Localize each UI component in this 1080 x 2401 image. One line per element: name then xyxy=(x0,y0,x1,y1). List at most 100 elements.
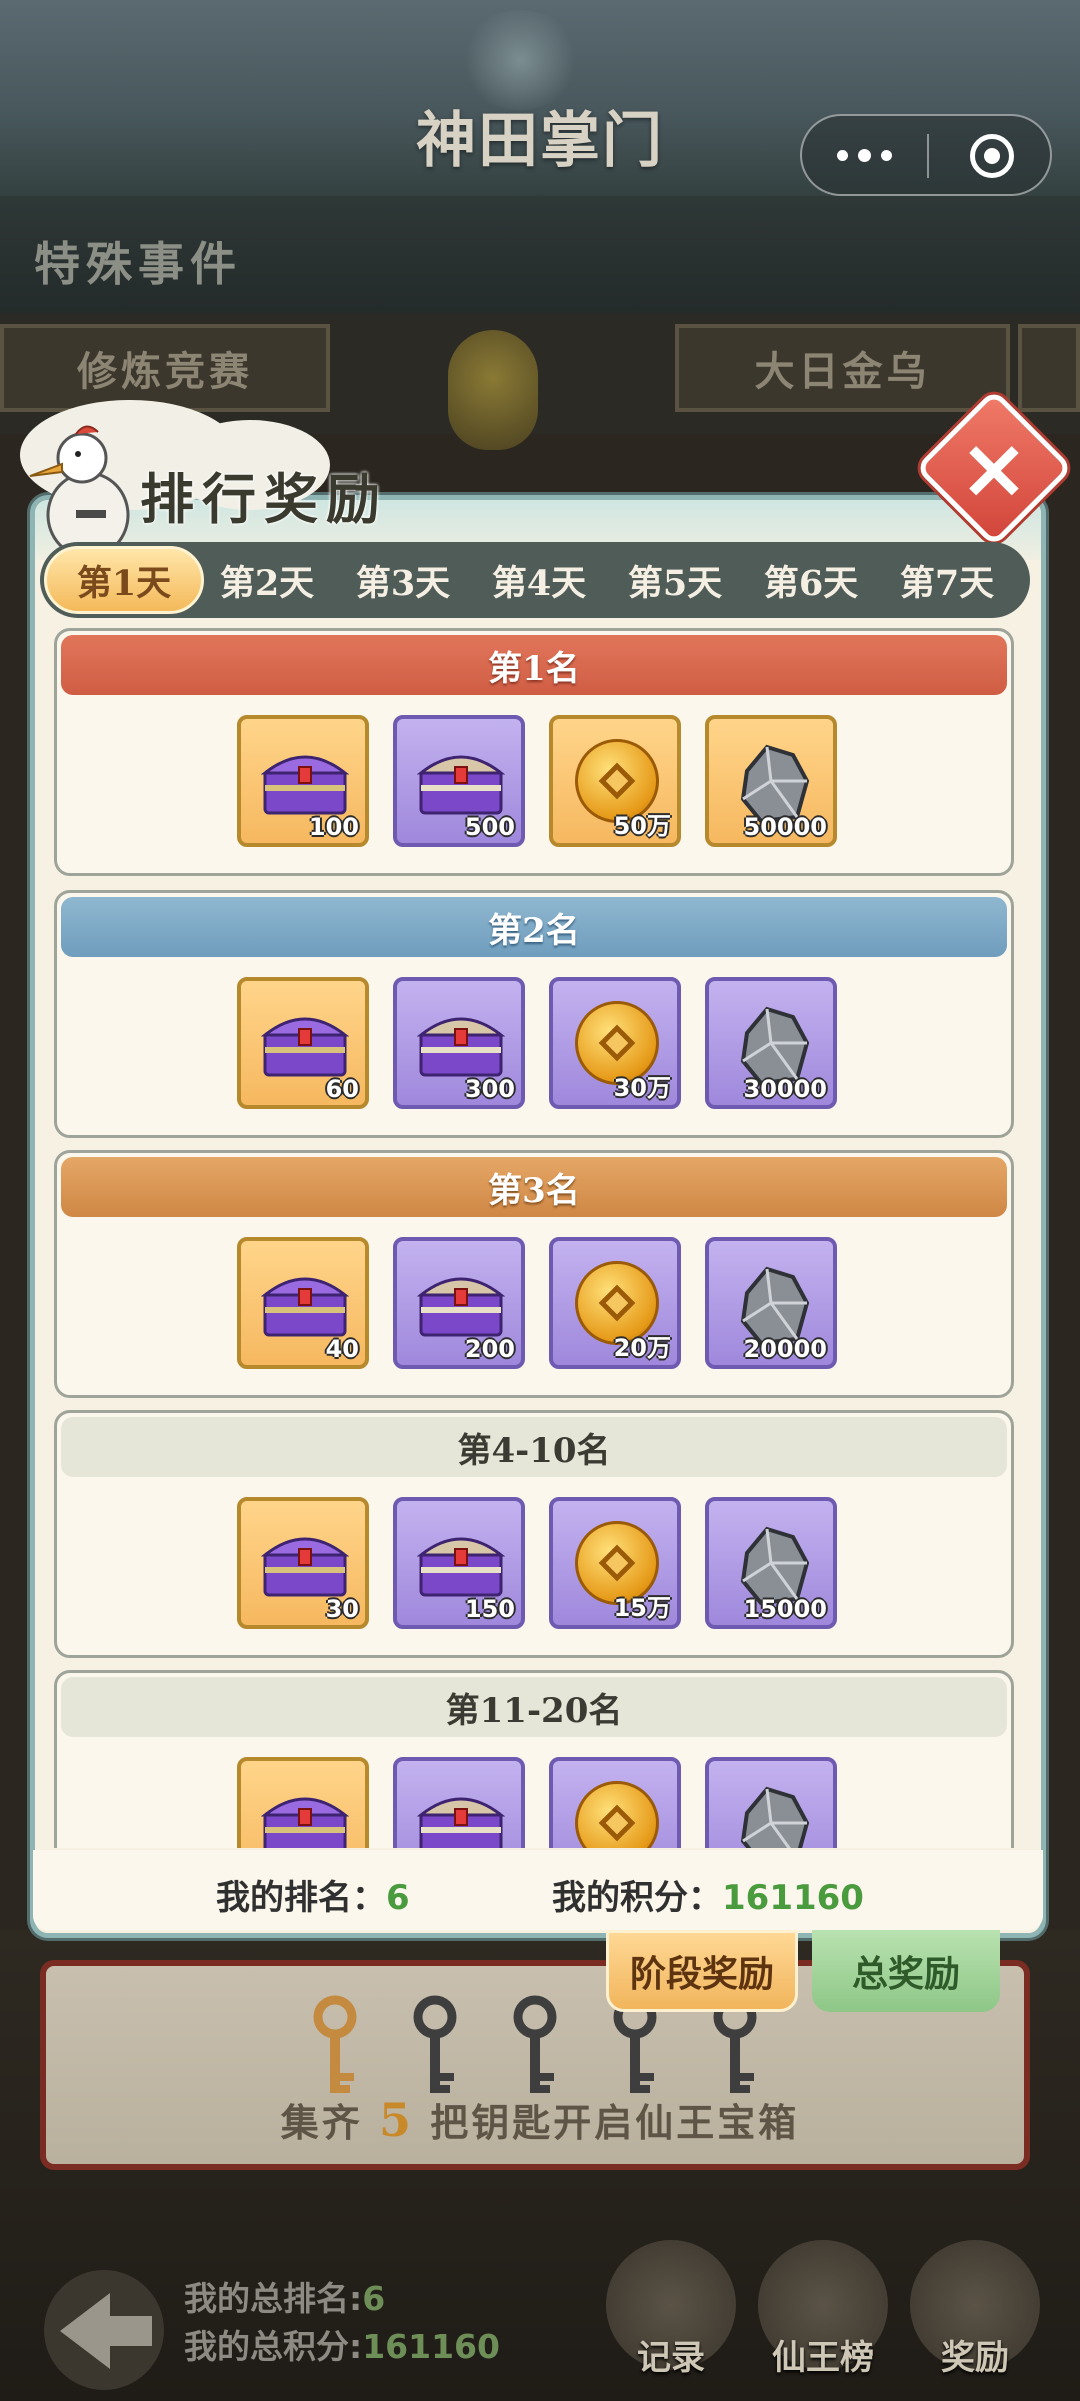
reward-item[interactable]: 30 xyxy=(237,1497,369,1629)
tier-header: 第1名 xyxy=(61,635,1007,695)
reward-item[interactable]: 50万 xyxy=(549,715,681,847)
item-quantity: 200 xyxy=(464,1335,515,1363)
reward-tier-4-10: 第4-10名 30 150 15万 15000 xyxy=(54,1410,1014,1658)
item-quantity: 150 xyxy=(464,1595,515,1623)
reward-item[interactable]: 15000 xyxy=(705,1497,837,1629)
reward-item[interactable] xyxy=(237,1757,369,1848)
tab-day-2[interactable]: 第2天 xyxy=(202,542,332,618)
item-quantity: 500 xyxy=(464,813,515,841)
modal-footer xyxy=(33,1850,1043,1930)
reward-items xyxy=(57,1757,1011,1848)
record-label: 记录 xyxy=(637,2338,705,2378)
keys-suffix: 把钥匙开启仙王宝箱 xyxy=(430,2100,800,2145)
key-icon-empty xyxy=(513,1995,557,2093)
gold-chest-icon xyxy=(261,1537,349,1597)
tier-header: 第2名 xyxy=(61,897,1007,957)
gold-chest-icon xyxy=(261,1797,349,1848)
item-quantity: 50万 xyxy=(613,812,671,840)
keys-prefix: 集齐 xyxy=(280,2100,363,2145)
total-score-line: 我的总积分:161160 xyxy=(184,2323,500,2371)
keys-instruction: 集齐 5 把钥匙开启仙王宝箱 xyxy=(0,2092,1080,2147)
modal-title: 排行奖励 xyxy=(140,467,388,531)
reward-tier-11-20: 第11-20名 xyxy=(54,1670,1014,1848)
miniprogram-capsule xyxy=(800,114,1052,196)
event-tab-training[interactable]: 修炼竞赛 xyxy=(0,324,330,412)
tier-header: 第11-20名 xyxy=(61,1677,1007,1737)
event-tab-golden-crow[interactable]: 大日金乌 xyxy=(675,324,1010,412)
reward-item[interactable]: 300 xyxy=(393,977,525,1109)
reward-item[interactable]: 20万 xyxy=(549,1237,681,1369)
key-icon-collected xyxy=(313,1995,357,2093)
mask-emblem-icon xyxy=(448,330,538,450)
tier-header: 第3名 xyxy=(61,1157,1007,1217)
reward-item[interactable]: 60 xyxy=(237,977,369,1109)
item-quantity: 40 xyxy=(325,1335,359,1363)
item-quantity: 300 xyxy=(464,1075,515,1103)
stage-reward-button[interactable]: 阶段奖励 xyxy=(606,1930,798,2012)
reward-list[interactable]: 第1名 100 500 50万 50000 第2名 60 300 30万 300… xyxy=(48,628,1018,1848)
reward-item[interactable] xyxy=(705,1757,837,1848)
total-reward-button[interactable]: 总奖励 xyxy=(812,1930,1000,2012)
tier-header: 第4-10名 xyxy=(61,1417,1007,1477)
crane-mascot-icon xyxy=(29,425,130,559)
total-info: 我的总排名:6 我的总积分:161160 xyxy=(184,2275,500,2371)
reward-item[interactable]: 15万 xyxy=(549,1497,681,1629)
purple-chest-icon xyxy=(417,1537,505,1597)
reward-item[interactable]: 30万 xyxy=(549,977,681,1109)
purple-chest-icon xyxy=(417,1277,505,1337)
reward-item[interactable]: 40 xyxy=(237,1237,369,1369)
gold-chest-icon xyxy=(261,1277,349,1337)
total-score-label: 我的总积分: xyxy=(184,2327,363,2366)
reward-item[interactable]: 50000 xyxy=(705,715,837,847)
reward-tier-1: 第1名 100 500 50万 50000 xyxy=(54,628,1014,876)
tab-day-5[interactable]: 第5天 xyxy=(610,542,740,618)
reward-item[interactable]: 200 xyxy=(393,1237,525,1369)
reward-item[interactable]: 150 xyxy=(393,1497,525,1629)
purple-chest-icon xyxy=(417,1797,505,1848)
my-rank-value: 6 xyxy=(386,1878,410,1918)
more-options-icon[interactable] xyxy=(802,116,927,194)
reward-item[interactable]: 500 xyxy=(393,715,525,847)
reward-item[interactable]: 30000 xyxy=(705,977,837,1109)
my-score-label: 我的积分： xyxy=(552,1878,722,1918)
tab-day-4[interactable]: 第4天 xyxy=(474,542,604,618)
tab-day-7[interactable]: 第7天 xyxy=(882,542,1012,618)
immortal-king-board-label: 仙王榜 xyxy=(772,2338,874,2378)
tab-day-3[interactable]: 第3天 xyxy=(338,542,468,618)
keys-count: 5 xyxy=(378,2093,414,2147)
back-arrow-icon xyxy=(60,2293,110,2369)
reward-item[interactable]: 100 xyxy=(237,715,369,847)
event-title: 特殊事件 xyxy=(34,237,242,291)
item-quantity: 15万 xyxy=(613,1594,671,1622)
gold-chest-icon xyxy=(261,1017,349,1077)
reward-item[interactable] xyxy=(549,1757,681,1848)
exit-target-icon[interactable] xyxy=(970,134,1014,178)
event-tab-more[interactable] xyxy=(1018,324,1080,412)
reward-item[interactable]: 20000 xyxy=(705,1237,837,1369)
ore-icon xyxy=(740,1786,810,1848)
item-quantity: 30万 xyxy=(613,1074,671,1102)
reward-items: 40 200 20万 20000 xyxy=(57,1237,1011,1377)
item-quantity: 20万 xyxy=(613,1334,671,1362)
item-quantity: 50000 xyxy=(743,813,828,841)
gold-chest-icon xyxy=(261,755,349,815)
my-rank-label: 我的排名： xyxy=(216,1878,386,1918)
purple-chest-icon xyxy=(417,755,505,815)
tab-day-1[interactable]: 第1天 xyxy=(44,546,204,614)
my-rank: 我的排名：6 xyxy=(216,1870,410,1919)
item-quantity: 100 xyxy=(308,813,359,841)
day-tab-bar: 第1天 第2天 第3天 第4天 第5天 第6天 第7天 xyxy=(40,542,1030,618)
reward-items: 30 150 15万 15000 xyxy=(57,1497,1011,1637)
reward-items: 60 300 30万 30000 xyxy=(57,977,1011,1117)
reward-item[interactable] xyxy=(393,1757,525,1848)
item-quantity: 20000 xyxy=(743,1335,828,1363)
total-rank-value: 6 xyxy=(362,2279,386,2318)
tab-day-6[interactable]: 第6天 xyxy=(746,542,876,618)
item-quantity: 15000 xyxy=(743,1595,828,1623)
rewards-label: 奖励 xyxy=(941,2338,1009,2378)
capsule-divider xyxy=(927,134,929,178)
total-rank-label: 我的总排名: xyxy=(184,2279,363,2318)
total-rank-line: 我的总排名:6 xyxy=(184,2275,500,2323)
reward-tier-3: 第3名 40 200 20万 20000 xyxy=(54,1150,1014,1398)
back-arrow-stem xyxy=(106,2316,152,2346)
